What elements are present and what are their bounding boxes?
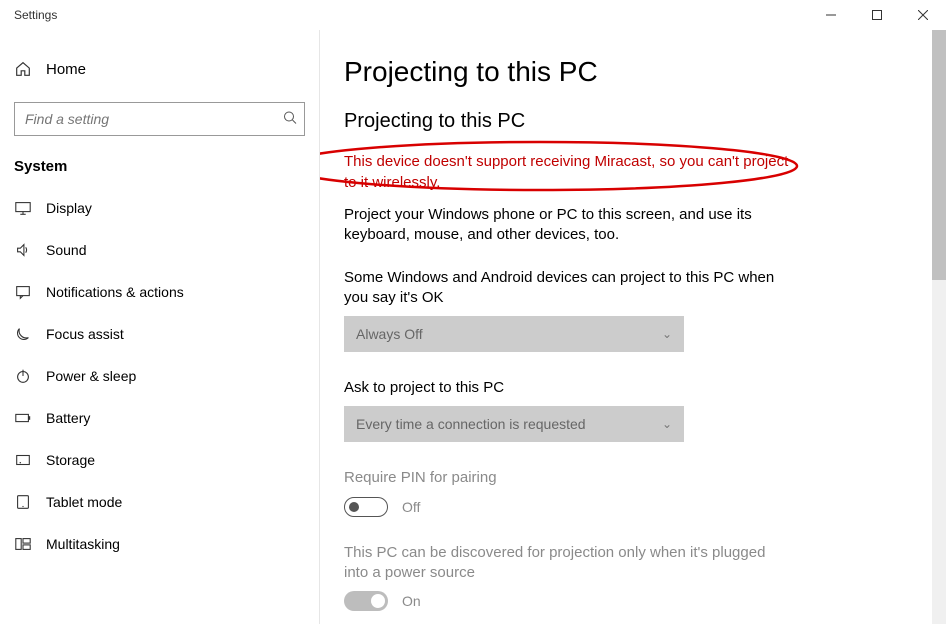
content-area: Projecting to this PC Projecting to this… [320, 30, 946, 624]
sound-icon [14, 241, 32, 259]
minimize-icon [826, 10, 836, 20]
search-input[interactable] [14, 102, 305, 136]
titlebar: Settings [0, 0, 946, 30]
sidebar: Home System Display Sound Notifications … [0, 30, 320, 624]
sidebar-item-battery[interactable]: Battery [0, 397, 319, 439]
window-title: Settings [14, 8, 57, 22]
section-title: System [0, 158, 319, 187]
toggle-state-label: Off [402, 499, 420, 515]
sidebar-item-label: Battery [46, 410, 90, 426]
setting-project-permission-dropdown[interactable]: Always Off ⌄ [344, 316, 684, 352]
setting-ask-project-dropdown[interactable]: Every time a connection is requested ⌄ [344, 406, 684, 442]
sidebar-item-label: Tablet mode [46, 494, 122, 510]
setting-require-pin-toggle[interactable] [344, 497, 388, 517]
focus-assist-icon [14, 325, 32, 343]
sidebar-item-display[interactable]: Display [0, 187, 319, 229]
home-link[interactable]: Home [0, 50, 319, 88]
storage-icon [14, 451, 32, 469]
minimize-button[interactable] [808, 0, 854, 30]
home-icon [14, 60, 32, 78]
sidebar-item-notifications[interactable]: Notifications & actions [0, 271, 319, 313]
section-heading: Projecting to this PC [344, 110, 886, 133]
search-icon [283, 111, 297, 128]
chevron-down-icon: ⌄ [662, 417, 672, 431]
description-text: Project your Windows phone or PC to this… [344, 205, 784, 246]
sidebar-item-label: Focus assist [46, 326, 124, 342]
sidebar-item-label: Power & sleep [46, 368, 136, 384]
setting-require-pin-label: Require PIN for pairing [344, 468, 784, 488]
dropdown-value: Every time a connection is requested [356, 416, 586, 432]
home-label: Home [46, 61, 86, 78]
sidebar-item-sound[interactable]: Sound [0, 229, 319, 271]
error-message: This device doesn't support receiving Mi… [344, 151, 804, 193]
maximize-button[interactable] [854, 0, 900, 30]
sidebar-item-label: Sound [46, 242, 86, 258]
battery-icon [14, 409, 32, 427]
close-icon [918, 10, 928, 20]
toggle-state-label: On [402, 593, 421, 609]
sidebar-item-storage[interactable]: Storage [0, 439, 319, 481]
notifications-icon [14, 283, 32, 301]
sidebar-item-power-sleep[interactable]: Power & sleep [0, 355, 319, 397]
setting-project-permission-label: Some Windows and Android devices can pro… [344, 268, 784, 309]
sidebar-item-multitasking[interactable]: Multitasking [0, 523, 319, 565]
scrollbar-thumb[interactable] [932, 30, 946, 280]
display-icon [14, 199, 32, 217]
maximize-icon [872, 10, 882, 20]
sidebar-item-label: Storage [46, 452, 95, 468]
tablet-icon [14, 493, 32, 511]
dropdown-value: Always Off [356, 326, 423, 342]
setting-discoverable-label: This PC can be discovered for projection… [344, 543, 784, 584]
chevron-down-icon: ⌄ [662, 327, 672, 341]
page-title: Projecting to this PC [344, 56, 886, 88]
sidebar-item-focus-assist[interactable]: Focus assist [0, 313, 319, 355]
multitasking-icon [14, 535, 32, 553]
setting-discoverable-toggle[interactable] [344, 591, 388, 611]
power-icon [14, 367, 32, 385]
sidebar-item-label: Notifications & actions [46, 284, 184, 300]
sidebar-item-label: Multitasking [46, 536, 120, 552]
sidebar-item-label: Display [46, 200, 92, 216]
close-button[interactable] [900, 0, 946, 30]
sidebar-item-tablet-mode[interactable]: Tablet mode [0, 481, 319, 523]
search-input-wrap[interactable] [14, 102, 305, 136]
setting-ask-project-label: Ask to project to this PC [344, 378, 784, 398]
scrollbar[interactable] [932, 30, 946, 624]
